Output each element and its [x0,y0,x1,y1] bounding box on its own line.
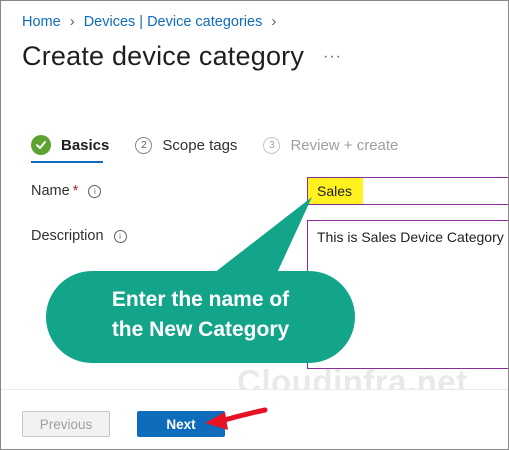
annotation-callout-text: Enter the name of the New Category [111,288,290,341]
callout-pointer-shape [214,197,312,273]
footer-bar: Previous Next [1,389,508,449]
previous-button[interactable]: Previous [22,411,110,437]
create-device-category-pane: Home › Devices | Device categories › Cre… [0,0,509,450]
red-arrow-icon [205,407,268,430]
